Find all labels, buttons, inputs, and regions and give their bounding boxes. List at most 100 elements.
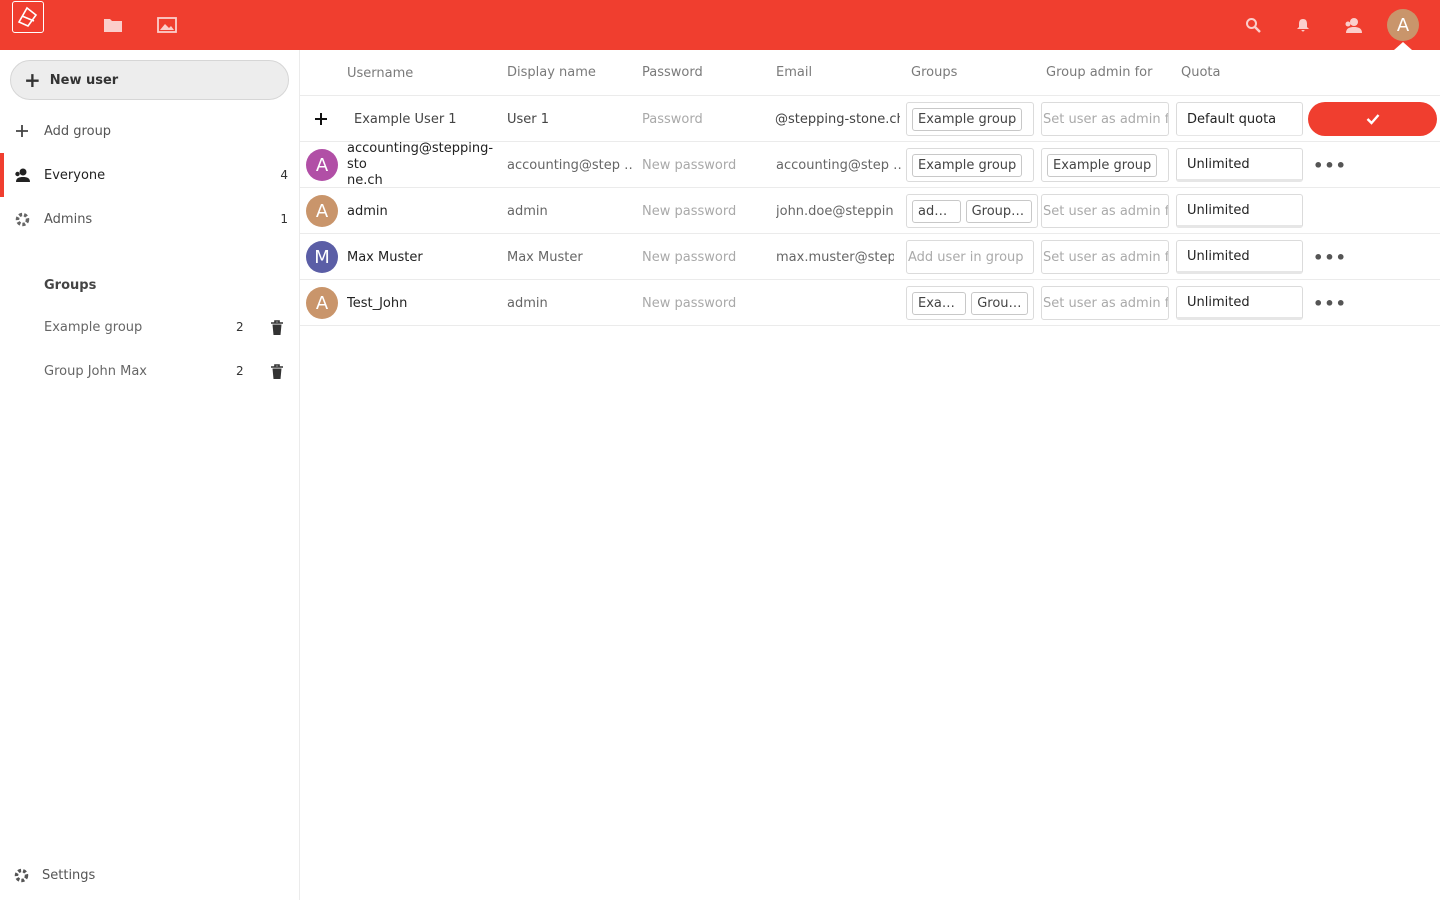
header-group-admin: Group admin for [1046,65,1153,80]
contacts-icon[interactable] [1341,13,1365,37]
table-header: Username Display name Password Email Gro… [300,50,1440,96]
plus-icon [13,122,31,140]
email-field[interactable] [776,280,894,326]
gear-icon [13,210,31,228]
display-name-field[interactable]: Max Muster [507,234,632,280]
header-display-name: Display name [507,65,596,80]
add-group-button[interactable]: Add group [0,109,299,153]
quota-select[interactable]: Unlimited [1176,148,1303,182]
username-line-2: ne.ch [347,173,383,188]
logo-icon[interactable] [12,1,44,33]
group-tag: Exam… [912,291,967,315]
plus-icon [314,96,328,142]
email-field[interactable]: john.doe@steppin… [776,188,894,234]
email-field[interactable]: accounting@step … [776,142,901,188]
notifications-icon[interactable] [1291,13,1315,37]
admin-placeholder: Set user as admin for [1043,249,1169,265]
top-header: A [0,0,1440,50]
user-table: Username Display name Password Email Gro… [300,50,1440,900]
groups-select[interactable]: Example group [906,148,1034,182]
group-tag: admin [912,199,961,223]
username-cell: admin [347,203,388,219]
admin-placeholder: Set user as admin for [1043,111,1169,127]
username-cell: Test_John [347,295,408,311]
plus-icon: + [24,68,41,92]
new-display-name-field[interactable]: User 1 [507,96,627,142]
avatar: M [306,241,338,273]
quota-select[interactable]: Unlimited [1176,240,1303,274]
group-tag: Group J… [965,199,1032,223]
password-field[interactable]: New password [642,142,767,188]
new-email-field[interactable]: @stepping-stone.ch [775,96,900,142]
photos-icon[interactable] [155,13,179,37]
sidebar-item-everyone[interactable]: Everyone 4 [0,153,299,197]
header-groups: Groups [911,65,958,80]
menu-caret [1394,42,1412,50]
group-count: 2 [236,320,244,334]
new-password-field[interactable]: Password [642,96,767,142]
email-field[interactable]: max.muster@step… [776,234,894,280]
sidebar-item-admins[interactable]: Admins 1 [0,197,299,241]
admin-for-select[interactable]: Example group [1041,148,1169,182]
groups-placeholder: Add user in group [908,249,1024,265]
new-admin-for-select[interactable]: Set user as admin for [1041,102,1169,136]
more-actions-icon[interactable]: ••• [1313,156,1346,175]
groups-select[interactable]: Add user in group [906,240,1034,274]
admin-placeholder: Set user as admin for [1043,295,1169,311]
group-label: Group John Max [44,364,147,379]
avatar: A [306,195,338,227]
sidebar-item-example-group[interactable]: Example group 2 [0,307,299,351]
group-tag: Example group [912,107,1023,131]
more-actions-icon[interactable]: ••• [1313,248,1346,267]
display-name-field[interactable]: admin [507,280,632,326]
search-icon[interactable] [1241,13,1265,37]
new-quota-select[interactable]: Default quota [1176,102,1303,136]
users-icon [13,166,31,184]
sidebar: + New user Add group Everyone 4 Admins 1… [0,50,300,900]
table-row: A Test_John admin New password Exam… Gro… [300,280,1440,326]
more-actions-icon[interactable]: ••• [1313,294,1346,313]
display-name-field[interactable]: accounting@step … [507,142,632,188]
password-field[interactable]: New password [642,188,767,234]
header-email: Email [776,65,813,80]
settings-button[interactable]: Settings [0,864,299,888]
password-field[interactable]: New password [642,280,767,326]
groups-select[interactable]: Exam… Group… [906,286,1034,320]
user-avatar[interactable]: A [1387,9,1419,41]
files-icon[interactable] [101,13,125,37]
sidebar-item-group-john-max[interactable]: Group John Max 2 [0,351,299,395]
admins-count: 1 [280,212,288,226]
new-groups-select[interactable]: Example group [906,102,1034,136]
username-cell: accounting@stepping-sto ne.ch [347,142,497,188]
quota-select[interactable]: Unlimited [1176,194,1303,228]
add-group-label: Add group [44,123,112,139]
new-user-button[interactable]: + New user [10,60,289,100]
group-tag: Example group [912,153,1023,177]
admin-for-select[interactable]: Set user as admin for [1041,194,1169,228]
gear-icon [13,867,31,885]
everyone-label: Everyone [44,167,106,183]
header-password: Password [642,65,703,80]
admin-group-tag: Example group [1047,153,1158,177]
admin-for-select[interactable]: Set user as admin for [1041,286,1169,320]
admin-placeholder: Set user as admin for [1043,203,1169,219]
trash-icon[interactable] [270,364,286,380]
table-row: A accounting@stepping-sto ne.ch accounti… [300,142,1440,188]
admins-label: Admins [44,211,93,227]
groups-select[interactable]: admin Group J… [906,194,1038,228]
quota-select[interactable]: Unlimited [1176,286,1303,320]
display-name-field[interactable]: admin [507,188,632,234]
checkmark-icon [1366,114,1379,125]
new-username-field[interactable]: Example User 1 [354,96,499,142]
admin-for-select[interactable]: Set user as admin for [1041,240,1169,274]
group-tag: Group… [971,291,1028,315]
password-field[interactable]: New password [642,234,767,280]
avatar: A [306,149,338,181]
table-row: A admin admin New password john.doe@step… [300,188,1440,234]
trash-icon[interactable] [270,320,286,336]
confirm-add-user-button[interactable] [1308,102,1437,136]
username-line-1: accounting@stepping-sto [347,142,494,172]
group-count: 2 [236,364,244,378]
settings-label: Settings [42,868,96,883]
new-user-row: Example User 1 User 1 Password @stepping… [300,96,1440,142]
